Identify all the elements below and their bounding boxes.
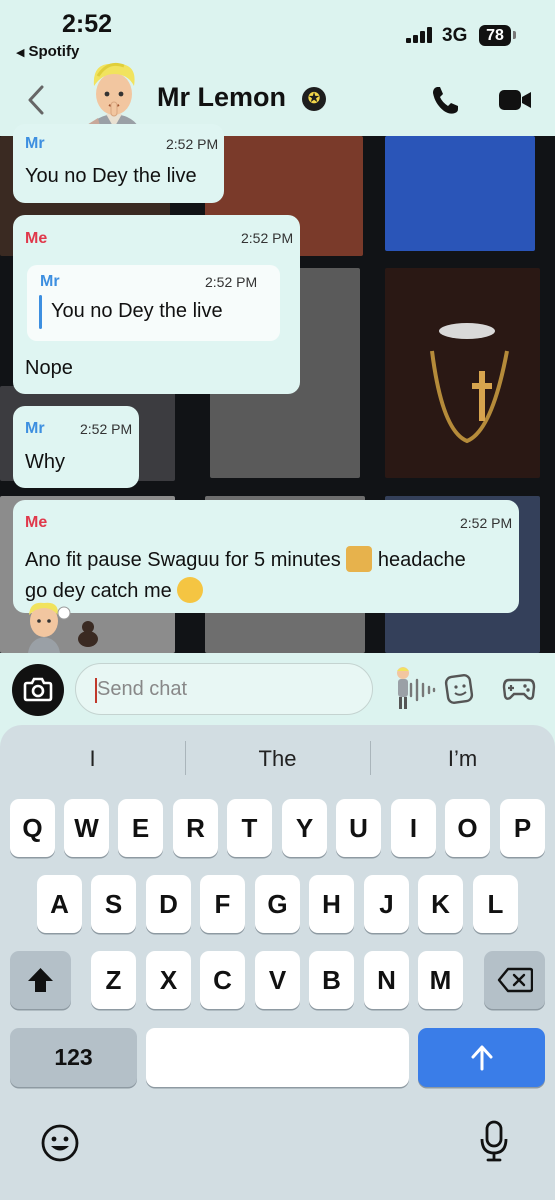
key-u[interactable]: U (336, 799, 381, 857)
status-time: 2:52 (62, 10, 113, 38)
message-sender: Me (25, 514, 48, 531)
key-f[interactable]: F (200, 875, 245, 933)
suggestion-2[interactable]: The (185, 741, 370, 777)
camera-button[interactable] (12, 664, 64, 716)
key-b[interactable]: B (309, 951, 354, 1009)
space-key[interactable] (146, 1028, 409, 1087)
key-a[interactable]: A (37, 875, 82, 933)
message-text: go dey catch me (25, 580, 172, 602)
keyboard: I The I’m Q W E R T Y U I O P A S D F G … (0, 725, 555, 1200)
key-e[interactable]: E (118, 799, 163, 857)
key-o[interactable]: O (445, 799, 490, 857)
backspace-icon (497, 967, 533, 993)
suggestion-3[interactable]: I’m (370, 741, 555, 777)
wallpaper-tile (385, 136, 535, 251)
key-w[interactable]: W (64, 799, 109, 857)
back-triangle-icon: ◀ (16, 47, 25, 59)
emoji-icon[interactable] (40, 1123, 80, 1163)
key-s[interactable]: S (91, 875, 136, 933)
numbers-key[interactable]: 123 (10, 1028, 137, 1087)
key-x[interactable]: X (146, 951, 191, 1009)
friend-bitmoji-presence (28, 602, 98, 653)
quote-bar (39, 295, 42, 329)
camera-icon (23, 677, 53, 702)
key-m[interactable]: M (418, 951, 463, 1009)
key-i[interactable]: I (391, 799, 436, 857)
message-text: headache (377, 549, 466, 571)
sticker-icon[interactable] (444, 673, 476, 705)
chat-input-bar: Send chat (0, 653, 555, 725)
key-c[interactable]: C (200, 951, 245, 1009)
star-badge-icon: ✪ (302, 87, 326, 111)
message-bubble[interactable]: Me 2:52 PM Ano fit pause Swaguu for 5 mi… (13, 500, 519, 613)
key-g[interactable]: G (255, 875, 300, 933)
key-v[interactable]: V (255, 951, 300, 1009)
microphone-icon[interactable] (478, 1119, 510, 1163)
battery-icon: 78 (479, 25, 511, 46)
message-text-line: go dey catch me (25, 577, 204, 603)
game-controller-icon[interactable] (502, 675, 536, 703)
shift-icon (28, 968, 53, 992)
return-arrow-icon (471, 1045, 493, 1071)
message-time: 2:52 PM (166, 136, 219, 152)
video-icon[interactable] (497, 87, 533, 113)
shift-key[interactable] (10, 951, 71, 1009)
message-sender: Mr (25, 135, 45, 152)
sneezing-face-emoji-icon (177, 577, 204, 603)
network-type: 3G (442, 25, 468, 46)
suggestion-1[interactable]: I (0, 741, 185, 777)
key-j[interactable]: J (364, 875, 409, 933)
message-text: Ano fit pause Swaguu for 5 minutes (25, 549, 341, 571)
key-k[interactable]: K (418, 875, 463, 933)
signal-strength-icon (406, 27, 436, 43)
message-text: Why (25, 451, 65, 473)
message-text: You no Dey the live (25, 165, 197, 187)
message-time: 2:52 PM (460, 515, 513, 531)
message-bubble[interactable]: Me 2:52 PM Mr 2:52 PM You no Dey the liv… (13, 215, 300, 394)
send-key[interactable] (418, 1028, 545, 1087)
message-sender: Me (25, 230, 48, 247)
quoted-text: You no Dey the live (51, 300, 223, 322)
chat-title[interactable]: Mr Lemon (157, 82, 286, 113)
key-h[interactable]: H (309, 875, 354, 933)
key-p[interactable]: P (500, 799, 545, 857)
message-time: 2:52 PM (80, 421, 133, 437)
key-q[interactable]: Q (10, 799, 55, 857)
back-to-app-link[interactable]: ◀ Spotify (16, 43, 79, 60)
back-chevron-icon[interactable] (24, 84, 50, 116)
back-app-label: Spotify (28, 43, 80, 60)
message-bubble[interactable]: Mr 2:52 PM Why (13, 406, 139, 488)
key-t[interactable]: T (227, 799, 272, 857)
quoted-time: 2:52 PM (205, 274, 258, 290)
key-n[interactable]: N (364, 951, 409, 1009)
message-sender: Mr (25, 420, 45, 437)
chain-pendant-decor (430, 323, 509, 444)
message-bubble[interactable]: Mr 2:52 PM You no Dey the live (13, 124, 224, 203)
key-r[interactable]: R (173, 799, 218, 857)
backspace-key[interactable] (484, 951, 545, 1009)
battery-nub (513, 31, 516, 39)
facepalm-emoji-icon (346, 546, 373, 572)
quoted-message[interactable]: Mr 2:52 PM You no Dey the live (27, 265, 280, 341)
message-text: Nope (25, 357, 73, 379)
send-chat-placeholder: Send chat (97, 678, 188, 700)
bitmoji-sticker-button[interactable] (393, 665, 413, 711)
key-z[interactable]: Z (91, 951, 136, 1009)
message-text-line: Ano fit pause Swaguu for 5 minutes heada… (25, 546, 466, 572)
key-l[interactable]: L (473, 875, 518, 933)
phone-icon[interactable] (430, 84, 462, 116)
send-chat-input[interactable]: Send chat (75, 663, 436, 715)
message-time: 2:52 PM (241, 230, 294, 246)
quoted-sender: Mr (40, 273, 60, 290)
key-d[interactable]: D (146, 875, 191, 933)
key-y[interactable]: Y (282, 799, 327, 857)
